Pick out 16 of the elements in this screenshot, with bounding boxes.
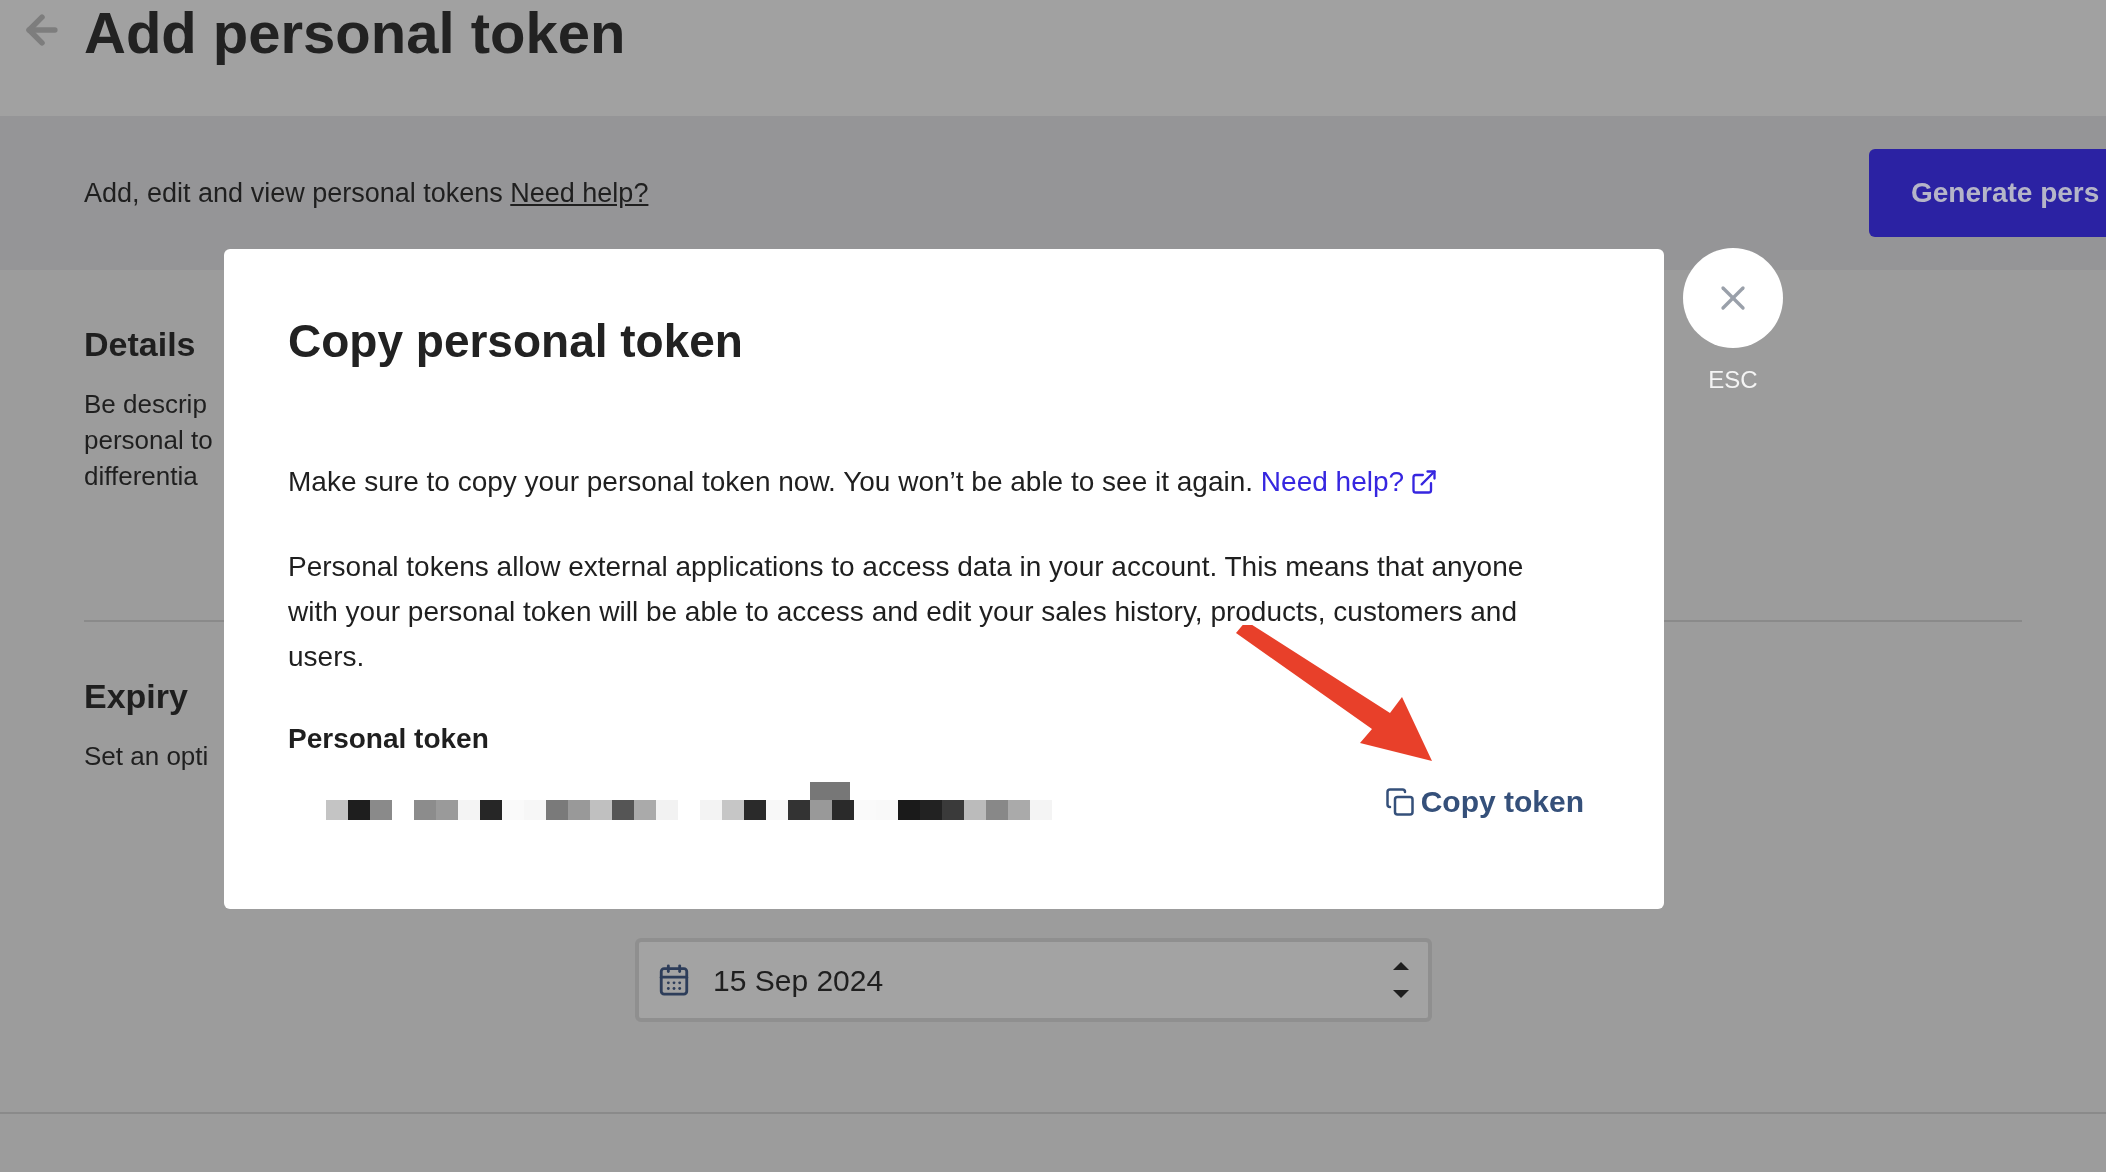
field-label: Personal token bbox=[288, 722, 489, 756]
page-subtitle: Add, edit and view personal tokens Need help? bbox=[84, 176, 649, 210]
section-description: Set an opti bbox=[84, 740, 209, 773]
warning-text: Make sure to copy your personal token now. You won’t be able to see it again. Need help? bbox=[288, 462, 1600, 502]
modal-title: Copy personal token bbox=[288, 314, 744, 369]
copy-token-button[interactable]: Copy token bbox=[1384, 779, 1584, 824]
section-heading: Details bbox=[84, 324, 196, 365]
section-heading: Expiry bbox=[84, 676, 188, 717]
expiry-date-field[interactable]: 15 Sep 2024 bbox=[635, 938, 1432, 1022]
esc-hint: ESC bbox=[1708, 365, 1758, 395]
generate-token-button[interactable]: Generate pers bbox=[1869, 149, 2106, 237]
section-description: Be descrip personal to differentia bbox=[84, 388, 213, 493]
help-link[interactable]: Need help? bbox=[510, 177, 649, 208]
explanation-text: Personal tokens allow external applications to access data in your account. This means that anyone with your personal token will be able to access and edit your sales history, products, customers and users. bbox=[288, 550, 1525, 674]
date-value: 15 Sep 2024 bbox=[713, 962, 885, 999]
help-link[interactable]: Need help? bbox=[1260, 462, 1439, 502]
